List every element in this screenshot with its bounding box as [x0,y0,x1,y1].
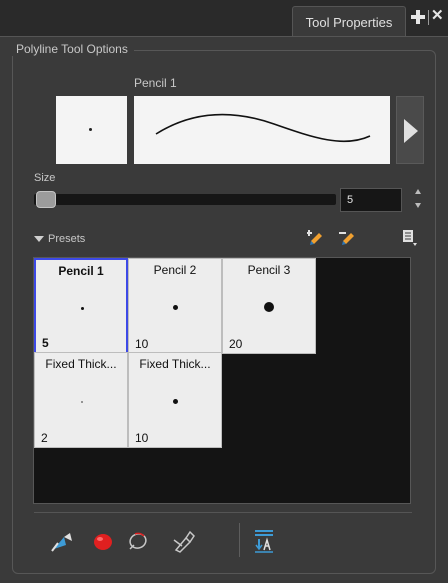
preset-name: Pencil 2 [153,263,197,277]
spin-down-icon[interactable] [415,203,421,208]
collapse-triangle-icon [34,236,44,243]
spin-up-icon[interactable] [415,189,421,194]
preset-tip-dot [173,399,178,404]
preset-tip-dot [173,305,178,310]
tab-divider [428,10,429,25]
close-icon[interactable]: ✕ [431,8,444,24]
preset-size: 5 [42,336,49,350]
stroke-preview [134,96,390,164]
stroke-preview-curve [155,113,371,143]
bottom-toolbar [34,512,412,566]
tip-preview [56,96,127,164]
preset-tip-dot [264,302,274,312]
preset-name: Fixed Thick... [45,357,117,371]
preset-tip-dot [81,307,84,310]
size-slider-thumb[interactable] [36,191,56,208]
tab-tool-properties[interactable]: Tool Properties [292,6,406,36]
preset-size: 2 [41,431,48,445]
preset-size: 10 [135,431,149,445]
pencil-eraser-icon[interactable] [172,530,196,559]
preset-fixed-thickness-2[interactable]: Fixed Thick... 10 [128,352,222,448]
presets-label: Presets [48,233,86,245]
size-label: Size [34,172,56,184]
preview-expand-arrow-icon[interactable] [396,96,424,164]
preview-preset-name: Pencil 1 [134,76,177,90]
size-input[interactable] [340,188,402,212]
preset-name: Pencil 3 [247,263,291,277]
stroke-order-icon[interactable] [252,528,276,559]
arrow-icon[interactable] [50,531,74,558]
tab-title: Tool Properties [305,15,393,30]
size-slider-track[interactable] [34,194,336,205]
lasso-icon[interactable] [126,531,148,558]
preset-size: 20 [229,337,243,351]
presets-grid: Pencil 1 5 Pencil 2 10 Pencil 3 20 Fixed… [33,257,411,504]
preset-size: 10 [135,337,149,351]
add-tab-icon[interactable] [410,9,426,25]
preset-name: Pencil 1 [58,264,104,278]
preset-pencil-2[interactable]: Pencil 2 10 [128,258,222,354]
preset-tip-dot [81,401,83,403]
group-title: Polyline Tool Options [10,42,134,56]
preset-pencil-1[interactable]: Pencil 1 5 [34,258,128,354]
presets-toggle[interactable]: Presets [34,233,85,245]
delete-preset-icon[interactable] [339,229,357,245]
preset-name: Fixed Thick... [139,357,211,371]
preset-fixed-thickness-1[interactable]: Fixed Thick... 2 [34,352,128,448]
preset-pencil-3[interactable]: Pencil 3 20 [222,258,316,354]
tip-dot [89,128,92,131]
presets-menu-icon[interactable] [402,229,418,247]
toolbar-divider [239,523,240,557]
new-preset-icon[interactable] [306,229,325,245]
brush-toggle-icon[interactable] [92,532,114,557]
